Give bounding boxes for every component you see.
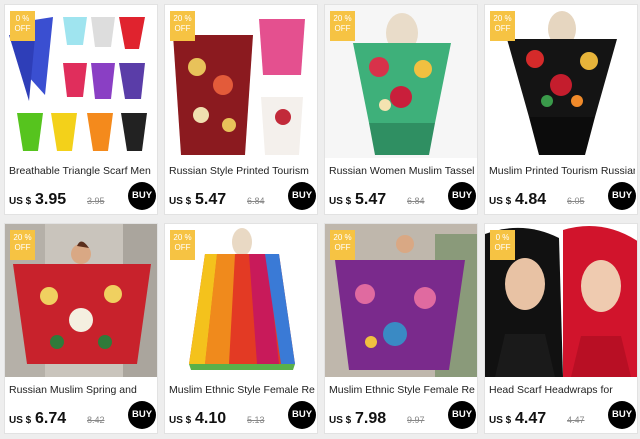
buy-button[interactable]: BUY bbox=[608, 182, 636, 210]
price-row: US $ 5.47 6.84 BUY bbox=[169, 182, 317, 211]
discount-badge: 20 % OFF bbox=[170, 11, 195, 41]
sale-price: 6.74 bbox=[35, 410, 67, 427]
discount-badge: 20 % OFF bbox=[330, 230, 355, 260]
price-row: US $ 4.10 5.13 BUY bbox=[169, 401, 317, 430]
product-title[interactable]: Russian Muslim Spring and bbox=[9, 384, 155, 398]
discount-badge: 0 % OFF bbox=[10, 11, 35, 41]
product-title[interactable]: Russian Style Printed Tourism bbox=[169, 165, 315, 179]
product-title[interactable]: Muslim Ethnic Style Female Retro bbox=[169, 384, 315, 398]
price-row: US $ 5.47 6.84 BUY bbox=[329, 182, 477, 211]
buy-button[interactable]: BUY bbox=[128, 182, 156, 210]
original-price: 5.13 bbox=[247, 415, 265, 425]
product-card[interactable]: 0 % OFF Head Scarf Headwraps for US $ 4.4… bbox=[484, 223, 638, 434]
price-row: US $ 4.47 4.47 BUY bbox=[489, 401, 637, 430]
buy-button[interactable]: BUY bbox=[288, 401, 316, 429]
product-card[interactable]: 0 % OFF Breathable Triangle Scarf Men US … bbox=[4, 4, 158, 215]
buy-button[interactable]: BUY bbox=[128, 401, 156, 429]
currency-label: US $ bbox=[9, 415, 32, 426]
product-card[interactable]: 20 % OFF Russian Women Muslim Tassel US $… bbox=[324, 4, 478, 215]
original-price: 3.95 bbox=[87, 196, 105, 206]
product-title[interactable]: Head Scarf Headwraps for bbox=[489, 384, 635, 398]
sale-price: 7.98 bbox=[355, 410, 387, 427]
price-row: US $ 4.84 6.05 BUY bbox=[489, 182, 637, 211]
product-card[interactable]: 20 % OFF Muslim Ethnic Style Female Retro… bbox=[164, 223, 318, 434]
original-price: 6.84 bbox=[407, 196, 425, 206]
product-title[interactable]: Muslim Printed Tourism Russian bbox=[489, 165, 635, 179]
original-price: 4.47 bbox=[567, 415, 585, 425]
buy-button[interactable]: BUY bbox=[448, 182, 476, 210]
price-row: US $ 6.74 8.42 BUY bbox=[9, 401, 157, 430]
product-title[interactable]: Breathable Triangle Scarf Men bbox=[9, 165, 155, 179]
currency-label: US $ bbox=[9, 196, 32, 207]
product-title[interactable]: Russian Women Muslim Tassel bbox=[329, 165, 475, 179]
sale-price: 4.84 bbox=[515, 191, 547, 208]
original-price: 6.05 bbox=[567, 196, 585, 206]
product-card[interactable]: 20 % OFF Russian Style Printed Tourism US… bbox=[164, 4, 318, 215]
currency-label: US $ bbox=[329, 196, 352, 207]
product-card[interactable]: 20 % OFF Muslim Printed Tourism Russian U… bbox=[484, 4, 638, 215]
sale-price: 4.47 bbox=[515, 410, 547, 427]
product-title[interactable]: Muslim Ethnic Style Female Retro bbox=[329, 384, 475, 398]
sale-price: 3.95 bbox=[35, 191, 67, 208]
price-row: US $ 7.98 9.97 BUY bbox=[329, 401, 477, 430]
discount-badge: 0 % OFF bbox=[490, 230, 515, 260]
buy-button[interactable]: BUY bbox=[448, 401, 476, 429]
discount-badge: 20 % OFF bbox=[490, 11, 515, 41]
currency-label: US $ bbox=[329, 415, 352, 426]
currency-label: US $ bbox=[169, 415, 192, 426]
buy-button[interactable]: BUY bbox=[608, 401, 636, 429]
discount-badge: 20 % OFF bbox=[330, 11, 355, 41]
price-row: US $ 3.95 3.95 BUY bbox=[9, 182, 157, 211]
product-card[interactable]: 20 % OFF Muslim Ethnic Style Female Retro… bbox=[324, 223, 478, 434]
sale-price: 4.10 bbox=[195, 410, 227, 427]
product-card[interactable]: 20 % OFF Russian Muslim Spring and US $ 6… bbox=[4, 223, 158, 434]
sale-price: 5.47 bbox=[195, 191, 227, 208]
buy-button[interactable]: BUY bbox=[288, 182, 316, 210]
discount-badge: 20 % OFF bbox=[10, 230, 35, 260]
discount-badge: 20 % OFF bbox=[170, 230, 195, 260]
original-price: 8.42 bbox=[87, 415, 105, 425]
product-grid: 0 % OFF Breathable Triangle Scarf Men US … bbox=[0, 0, 640, 439]
original-price: 6.84 bbox=[247, 196, 265, 206]
sale-price: 5.47 bbox=[355, 191, 387, 208]
original-price: 9.97 bbox=[407, 415, 425, 425]
currency-label: US $ bbox=[489, 196, 512, 207]
currency-label: US $ bbox=[169, 196, 192, 207]
currency-label: US $ bbox=[489, 415, 512, 426]
